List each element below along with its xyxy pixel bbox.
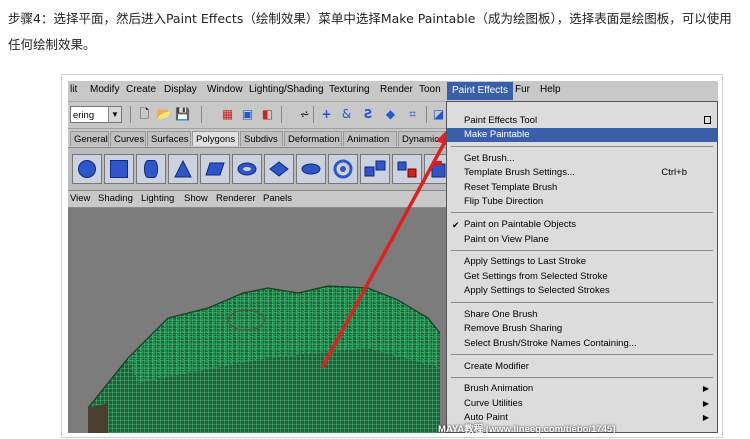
menu-item-label: Remove Brush Sharing [464, 323, 563, 334]
step-caption: 步骤4：选择平面，然后进入Paint Effects（绘制效果）菜单中选择Mak… [8, 11, 732, 52]
menu-item-reset-template-brush[interactable]: Reset Template Brush [447, 181, 717, 195]
menu-item-share-one-brush[interactable]: Share One Brush [447, 308, 717, 322]
menu-item-label: Paint Effects Tool [464, 115, 538, 126]
maya-window: lit Modify Create Display Window Lightin… [68, 81, 718, 433]
site-watermark: MAYA教程 [www.lineeg.com/tiebo/1745] [438, 424, 616, 433]
menu-item-label: Make Paintable [464, 129, 530, 140]
menu-item-label: Curve Utilities [464, 398, 523, 409]
menu-item-get-brush[interactable]: Get Brush... [447, 152, 717, 166]
menu-item-label: Select Brush/Stroke Names Containing... [464, 338, 637, 349]
paint-effects-dropdown: Paint Effects Tool Make Paintable Get Br… [446, 101, 718, 433]
menu-item-apply-settings-last-stroke[interactable]: Apply Settings to Last Stroke [447, 255, 717, 269]
menu-item-template-brush-settings[interactable]: Template Brush Settings... Ctrl+b [447, 166, 717, 180]
checkmark-icon: ✔ [452, 220, 460, 230]
shortcut-label: Ctrl+b [661, 167, 687, 178]
menu-item-label: Create Modifier [464, 361, 529, 372]
menu-item-make-paintable[interactable]: Make Paintable [447, 128, 717, 142]
option-box-icon[interactable] [704, 116, 711, 124]
menu-item-label: Paint on Paintable Objects [464, 219, 576, 230]
menu-item-apply-settings-selected-strokes[interactable]: Apply Settings to Selected Strokes [447, 284, 717, 298]
menu-item-flip-tube-direction[interactable]: Flip Tube Direction [447, 195, 717, 209]
menu-item-select-brush-stroke-names[interactable]: Select Brush/Stroke Names Containing... [447, 337, 717, 351]
menu-item-curve-utilities[interactable]: Curve Utilities ▶ [447, 397, 717, 411]
menu-item-get-settings-selected-stroke[interactable]: Get Settings from Selected Stroke [447, 270, 717, 284]
submenu-arrow-icon: ▶ [702, 384, 709, 393]
menu-item-brush-animation[interactable]: Brush Animation ▶ [447, 382, 717, 396]
menu-item-label: Reset Template Brush [464, 182, 558, 193]
menu-separator [451, 146, 713, 147]
screenshot-frame: lit Modify Create Display Window Lightin… [61, 74, 723, 438]
menu-separator [451, 302, 713, 303]
menu-item-paint-on-view-plane[interactable]: Paint on View Plane [447, 233, 717, 247]
menu-item-paint-effects-tool[interactable]: Paint Effects Tool [447, 114, 717, 128]
menu-item-label: Brush Animation [464, 383, 534, 394]
menu-separator [451, 377, 713, 378]
submenu-arrow-icon: ▶ [702, 399, 709, 408]
menu-item-label: Get Settings from Selected Stroke [464, 271, 608, 282]
menu-separator [451, 354, 713, 355]
menu-item-paint-on-paintable-objects[interactable]: ✔ Paint on Paintable Objects [447, 218, 717, 232]
menu-item-create-modifier[interactable]: Create Modifier [447, 360, 717, 374]
menu-separator [451, 212, 713, 213]
menu-item-label: Template Brush Settings... [464, 167, 575, 178]
menu-separator [451, 250, 713, 251]
menu-item-label: Share One Brush [464, 309, 538, 320]
menu-item-label: Apply Settings to Selected Strokes [464, 285, 610, 296]
menu-item-label: Apply Settings to Last Stroke [464, 256, 586, 267]
menu-item-label: Get Brush... [464, 153, 515, 164]
menu-item-label: Paint on View Plane [464, 234, 549, 245]
menu-item-label: Flip Tube Direction [464, 196, 544, 207]
menu-item-remove-brush-sharing[interactable]: Remove Brush Sharing [447, 322, 717, 336]
